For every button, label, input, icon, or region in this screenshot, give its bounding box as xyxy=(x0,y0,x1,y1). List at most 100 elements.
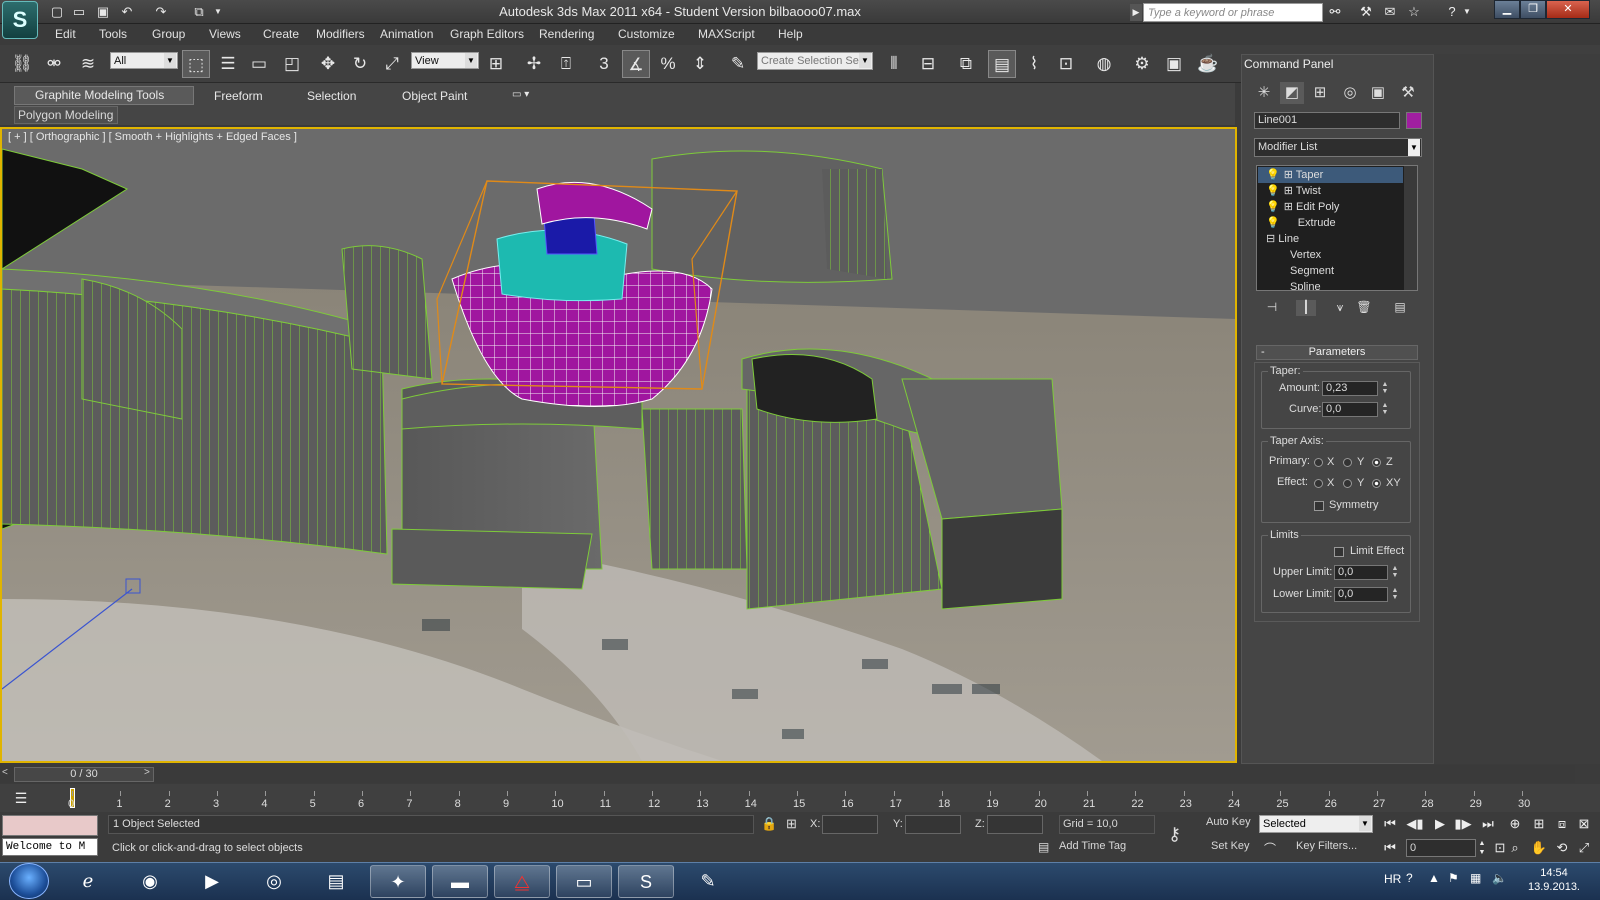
parameters-rollout-header[interactable]: - Parameters xyxy=(1256,345,1418,360)
volume-icon[interactable]: 🔈 xyxy=(1492,871,1507,885)
tab-freeform[interactable]: Freeform xyxy=(214,89,263,105)
lightbulb-icon[interactable]: 💡 xyxy=(1266,201,1280,213)
time-slider-thumb[interactable]: 0 / 30 xyxy=(14,767,154,782)
set-key-button[interactable]: Set Key xyxy=(1211,840,1250,852)
menu-graph-editors[interactable]: Graph Editors xyxy=(450,27,524,41)
x-coordinate-field[interactable] xyxy=(822,815,878,834)
hierarchy-tab-icon[interactable]: ⊞ xyxy=(1308,82,1332,104)
stack-item-spline[interactable]: Spline xyxy=(1258,279,1403,290)
stack-item-taper[interactable]: 💡 ⊞ Taper xyxy=(1258,167,1403,183)
next-frame-icon[interactable]: ▮▶ xyxy=(1453,815,1473,833)
slider-next-icon[interactable]: > xyxy=(144,767,150,778)
undo-icon[interactable]: ↶ xyxy=(118,3,136,20)
y-coordinate-field[interactable] xyxy=(905,815,961,834)
curve-editor-icon[interactable]: ⌇ xyxy=(1020,50,1048,78)
open-file-icon[interactable]: ▭ xyxy=(70,3,88,20)
taskbar-app-icon[interactable]: ✦ xyxy=(370,865,426,898)
perspective-viewport[interactable]: [ + ] [ Orthographic ] [ Smooth + Highli… xyxy=(0,127,1237,763)
maxscript-listener-input[interactable] xyxy=(2,815,98,836)
viewport-label[interactable]: [ + ] [ Orthographic ] [ Smooth + Highli… xyxy=(8,131,297,143)
menu-modifiers[interactable]: Modifiers xyxy=(316,27,365,41)
modifier-list-dropdown[interactable]: Modifier List ▼ xyxy=(1254,138,1422,157)
mirror-icon[interactable]: ⫴ xyxy=(880,50,908,78)
render-setup-icon[interactable]: ⚙ xyxy=(1128,50,1156,78)
rectangular-selection-icon[interactable]: ▭ xyxy=(245,50,273,78)
quick-access-dropdown-icon[interactable]: ▼ xyxy=(212,3,224,20)
current-frame-field[interactable]: 0 xyxy=(1406,839,1476,857)
action-center-icon[interactable]: ⚑ xyxy=(1448,871,1459,885)
effect-x-radio[interactable] xyxy=(1314,479,1323,488)
field-of-view-icon[interactable]: ⌕ xyxy=(1505,839,1525,857)
pivot-center-icon[interactable]: ⊞ xyxy=(482,50,510,78)
lower-limit-arrows-icon[interactable]: ▲ ▼ xyxy=(1390,587,1400,602)
schematic-view-icon[interactable]: ⊡ xyxy=(1052,50,1080,78)
menu-group[interactable]: Group xyxy=(152,27,185,41)
menu-customize[interactable]: Customize xyxy=(618,27,675,41)
tab-object-paint[interactable]: Object Paint xyxy=(402,89,467,105)
menu-edit[interactable]: Edit xyxy=(55,27,76,41)
graphite-toggle-icon[interactable]: ▤ xyxy=(988,50,1016,78)
save-file-icon[interactable]: ▣ xyxy=(94,3,112,20)
primary-x-radio[interactable] xyxy=(1314,458,1323,467)
key-tangent-icon[interactable]: ⌒ xyxy=(1264,840,1276,857)
select-by-name-icon[interactable]: ☰ xyxy=(214,50,242,78)
zoom-extents-icon[interactable]: ⧈ xyxy=(1552,815,1572,833)
select-and-move-icon[interactable]: ✥ xyxy=(314,50,342,78)
help-dropdown-icon[interactable]: ▼ xyxy=(1462,3,1472,21)
key-filters-button[interactable]: Key Filters... xyxy=(1296,840,1357,852)
align-icon[interactable]: ⊟ xyxy=(914,50,942,78)
paint-icon[interactable]: ✎ xyxy=(680,865,736,898)
select-and-rotate-icon[interactable]: ↻ xyxy=(346,50,374,78)
menu-animation[interactable]: Animation xyxy=(380,27,433,41)
play-icon[interactable]: ▶ xyxy=(1430,815,1450,833)
upper-limit-spinner[interactable]: 0,0 xyxy=(1334,565,1388,580)
lightbulb-icon[interactable]: 💡 xyxy=(1266,217,1280,229)
zoom-all-icon[interactable]: ⊞ xyxy=(1529,815,1549,833)
stack-item-line[interactable]: ⊟ Line xyxy=(1258,231,1403,247)
maxscript-output[interactable]: Welcome to M xyxy=(2,838,98,856)
chrome-icon[interactable]: ◎ xyxy=(246,865,302,898)
menu-tools[interactable]: Tools xyxy=(99,27,127,41)
help-icon[interactable]: ? xyxy=(1442,3,1462,21)
object-color-swatch[interactable] xyxy=(1406,112,1422,129)
menu-views[interactable]: Views xyxy=(209,27,241,41)
render-production-icon[interactable]: ☕ xyxy=(1194,50,1222,78)
media-player-icon[interactable]: ▶ xyxy=(184,865,240,898)
close-button[interactable]: ✕ xyxy=(1546,0,1590,19)
taskbar-app-vvv-icon[interactable]: ▬ xyxy=(432,865,488,898)
expand-icon[interactable]: ⊞ xyxy=(1284,201,1293,213)
subscription-icon[interactable]: ⚒ xyxy=(1356,3,1376,21)
key-icon[interactable]: ⚷ xyxy=(1168,824,1181,845)
tab-selection[interactable]: Selection xyxy=(307,89,356,105)
favorites-star-icon[interactable]: ☆ xyxy=(1404,3,1424,21)
show-end-result-icon[interactable]: ┃ xyxy=(1296,300,1316,316)
selection-filter-dropdown[interactable]: All ▼ xyxy=(110,52,178,69)
new-file-icon[interactable]: ▢ xyxy=(48,3,66,20)
menu-create[interactable]: Create xyxy=(263,27,299,41)
frame-spinner-icon[interactable]: ▲ ▼ xyxy=(1476,839,1488,857)
bind-space-warp-icon[interactable]: ≋ xyxy=(74,50,102,78)
orbit-icon[interactable]: ⟲ xyxy=(1552,839,1572,857)
select-manipulate-icon[interactable]: ✢ xyxy=(520,50,548,78)
configure-modifier-sets-icon[interactable]: ▤ xyxy=(1390,300,1410,316)
curve-spinner-arrows-icon[interactable]: ▲ ▼ xyxy=(1380,402,1390,417)
time-tag-icon[interactable]: ▤ xyxy=(1038,840,1049,854)
file-explorer-icon[interactable]: ▤ xyxy=(308,865,364,898)
curve-spinner[interactable]: 0,0 xyxy=(1322,402,1378,417)
tray-expand-icon[interactable]: ▲ xyxy=(1428,871,1440,885)
display-tab-icon[interactable]: ▣ xyxy=(1366,82,1390,104)
lower-limit-spinner[interactable]: 0,0 xyxy=(1334,587,1388,602)
zoom-extents-all-icon[interactable]: ⊠ xyxy=(1574,815,1594,833)
z-coordinate-field[interactable] xyxy=(987,815,1043,834)
search-input[interactable]: Type a keyword or phrase xyxy=(1143,3,1323,22)
symmetry-checkbox[interactable] xyxy=(1314,501,1324,511)
pin-stack-icon[interactable]: ⊣ xyxy=(1262,300,1282,316)
key-mode-dropdown[interactable]: Selected ▼ xyxy=(1259,815,1373,833)
stack-item-vertex[interactable]: Vertex xyxy=(1258,247,1403,263)
remove-modifier-icon[interactable]: 🗑 xyxy=(1354,300,1374,316)
limit-effect-checkbox[interactable] xyxy=(1334,547,1344,557)
network-icon[interactable]: ▦ xyxy=(1470,871,1481,885)
window-crossing-icon[interactable]: ◰ xyxy=(278,50,306,78)
reference-coordinate-dropdown[interactable]: View ▼ xyxy=(411,52,479,69)
stack-scrollbar[interactable] xyxy=(1404,166,1417,290)
